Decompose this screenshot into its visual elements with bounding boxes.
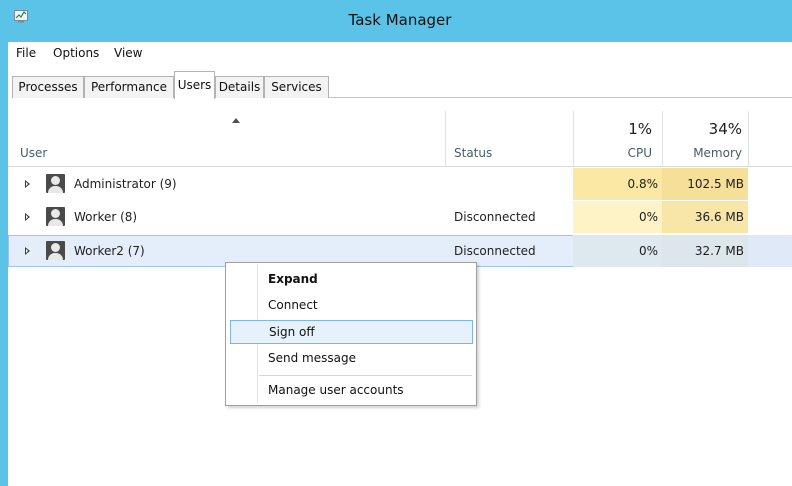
user-name: Administrator (9) (74, 177, 177, 191)
expand-arrow-icon[interactable] (25, 180, 30, 188)
user-row-administrator[interactable]: Administrator (9) 0.8% 102.5 MB (8, 168, 792, 200)
menu-file[interactable]: File (16, 46, 36, 60)
context-menu-label: Sign off (269, 325, 315, 339)
tab-users[interactable]: Users (174, 71, 215, 99)
context-menu-connect[interactable]: Connect (228, 293, 474, 317)
user-row-worker[interactable]: Worker (8) Disconnected 0% 36.6 MB (8, 201, 792, 233)
memory-value: 32.7 MB (694, 244, 744, 258)
user-status: Disconnected (454, 244, 536, 258)
menu-options[interactable]: Options (53, 46, 99, 60)
tab-performance[interactable]: Performance (84, 76, 174, 98)
cpu-value: 0% (638, 244, 658, 258)
cpu-cell: 0% (573, 201, 662, 233)
tab-processes[interactable]: Processes (12, 76, 84, 98)
user-name: Worker (8) (74, 210, 138, 224)
cpu-cell: 0% (573, 235, 662, 267)
memory-cell: 32.7 MB (662, 235, 748, 267)
menu-bar: File Options View (8, 42, 792, 64)
sort-ascending-icon[interactable] (232, 118, 240, 123)
context-menu-sign-off[interactable]: Sign off (230, 320, 473, 344)
cpu-total-percent: 1% (628, 120, 652, 138)
user-avatar-icon (46, 241, 65, 260)
user-avatar-icon (46, 174, 65, 193)
menu-view[interactable]: View (114, 46, 142, 60)
memory-cell: 102.5 MB (662, 168, 748, 200)
expand-arrow-icon[interactable] (25, 247, 30, 255)
context-menu-label: Manage user accounts (268, 383, 404, 397)
tab-services[interactable]: Services (264, 76, 329, 98)
cpu-value: 0% (638, 210, 658, 224)
header-divider (8, 166, 792, 167)
context-menu-label: Connect (268, 298, 318, 312)
context-menu-label: Expand (268, 272, 318, 286)
memory-total-percent: 34% (708, 120, 742, 138)
column-divider[interactable] (573, 111, 574, 166)
tab-details[interactable]: Details (215, 76, 264, 98)
context-menu: Expand Connect Sign off Send message Man… (225, 262, 477, 406)
column-divider[interactable] (445, 111, 446, 166)
cpu-value: 0.8% (627, 177, 659, 191)
memory-cell: 36.6 MB (662, 201, 748, 233)
user-name: Worker2 (7) (74, 244, 145, 258)
tab-strip: Processes Performance Users Details Serv… (12, 71, 792, 99)
context-menu-manage-user-accounts[interactable]: Manage user accounts (228, 378, 474, 402)
context-menu-separator (259, 375, 472, 376)
memory-value: 102.5 MB (687, 177, 744, 191)
context-menu-expand[interactable]: Expand (228, 267, 474, 291)
context-menu-label: Send message (268, 351, 356, 365)
user-status: Disconnected (454, 210, 536, 224)
column-divider[interactable] (662, 111, 663, 166)
context-menu-send-message[interactable]: Send message (228, 346, 474, 370)
column-divider[interactable] (748, 111, 749, 166)
window-title: Task Manager (348, 11, 452, 29)
column-header-status[interactable]: Status (454, 146, 492, 160)
column-header-memory[interactable]: Memory (693, 146, 742, 160)
column-header-cpu[interactable]: CPU (628, 146, 652, 160)
memory-value: 36.6 MB (694, 210, 744, 224)
column-header-user[interactable]: User (20, 146, 47, 160)
expand-arrow-icon[interactable] (25, 213, 30, 221)
user-avatar-icon (46, 207, 65, 226)
title-bar[interactable]: Task Manager (0, 0, 792, 42)
cpu-cell: 0.8% (573, 168, 662, 200)
task-manager-window: Task Manager File Options View Processes… (0, 0, 792, 486)
